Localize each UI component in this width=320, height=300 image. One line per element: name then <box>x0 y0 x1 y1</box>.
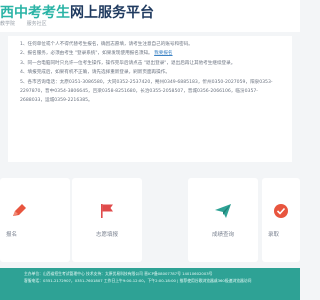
site-logo-title[interactable]: 西中考考生网上服务平台 <box>0 2 154 22</box>
card-volunteer[interactable]: 志愿填报 <box>72 178 142 262</box>
sub-navigation: 教学院 服务社区 <box>0 20 57 27</box>
notice-list: 1、任何单位或个人不得代替考生报名，确因志愿填，请考生注意自己的账号和密码。 2… <box>8 36 292 106</box>
subnav-item-2[interactable]: 服务社区 <box>27 21 47 27</box>
card-volunteer-label: 志愿填报 <box>95 232 118 238</box>
card-admission-label: 录取 <box>268 232 280 238</box>
card-register[interactable]: 报名 <box>0 178 70 262</box>
site-header: 西中考考生网上服务平台 教学院 服务社区 <box>0 0 300 32</box>
card-register-label: 报名 <box>6 232 18 238</box>
score-send-icon <box>215 204 231 218</box>
brand-accent-text: 西中考考生 <box>0 5 70 21</box>
card-score-label: 成绩查询 <box>211 232 234 238</box>
register-pencil-icon <box>13 204 26 216</box>
site-footer: 主办单位：山西省招生考试管理中心 技术支持：太原优易科技有限公司 晋ICP备08… <box>0 268 300 300</box>
notice-item-3: 3、同一台电脑同时只允许一位考生操作，操作完毕后请点击 "退出登录"，退出后再让… <box>20 60 236 66</box>
notice-item-2: 2、报名服务，必须由考生 "登录系统"，如果发现使用报名须知。 我要报名 <box>20 49 282 58</box>
footer-line-2: 客服电话：0351-2172907，0351-7601807 工作日上午9:00… <box>24 277 252 283</box>
card-score[interactable]: 成绩查询 <box>188 178 258 262</box>
notice-panel: 1、任何单位或个人不得代替考生报名，确因志愿填，请考生注意自己的账号和密码。 2… <box>8 36 292 162</box>
register-link[interactable]: 我要报名 <box>154 51 172 56</box>
notice-item-2-text: 2、报名服务，必须由考生 "登录系统"，如果发现使用报名须知。 <box>20 51 153 57</box>
admission-badge-icon <box>274 204 288 218</box>
volunteer-flag-icon <box>101 204 113 218</box>
card-admission[interactable]: 录取 <box>262 178 300 262</box>
notice-item-1: 1、任何单位或个人不得代替考生报名，确因志愿填，请考生注意自己的账号和密码。 <box>20 42 193 47</box>
notice-item-5: 5、各市咨询电话：太原0351-3086580，大同0352-2537420，朔… <box>20 79 273 104</box>
subnav-item-1[interactable]: 教学院 <box>0 21 15 27</box>
brand-main-text: 网上服务平台 <box>70 5 154 21</box>
notice-item-4: 4、填报完成后，如果有机不正确，请先选择重新登录，刷新页面再操作。 <box>20 70 170 76</box>
